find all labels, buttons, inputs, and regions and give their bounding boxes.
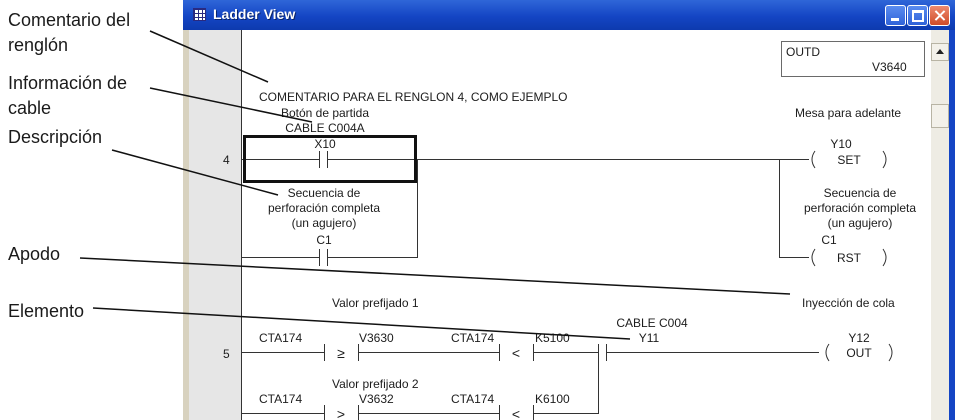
annotation-leader-lines bbox=[79, 30, 791, 340]
